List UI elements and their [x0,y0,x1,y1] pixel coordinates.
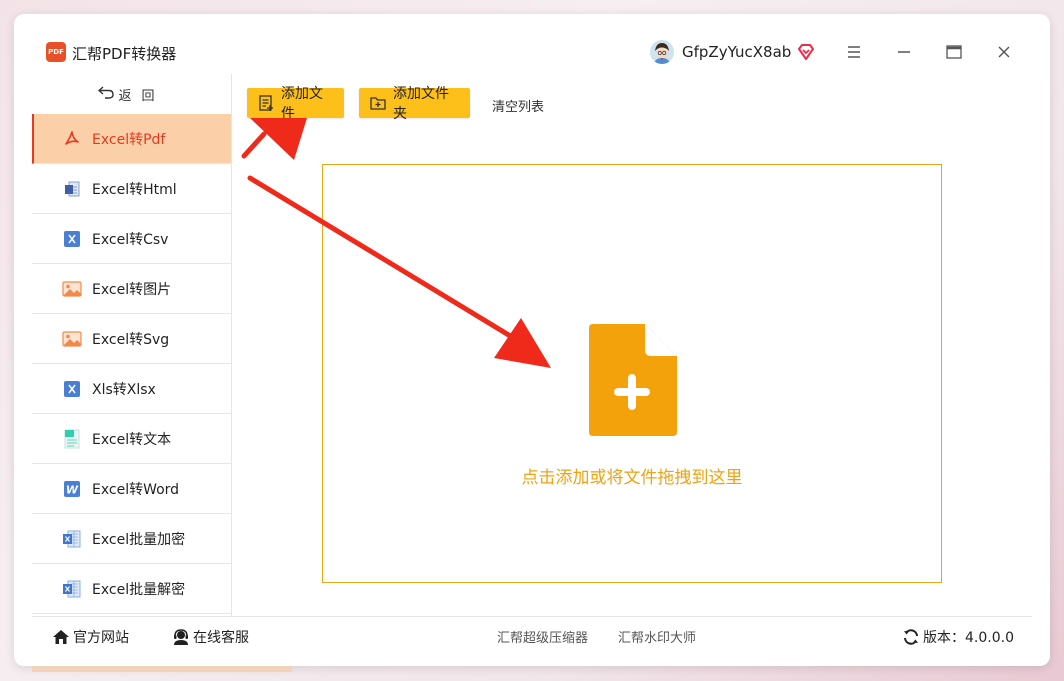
add-folder-label: 添加文件夹 [393,86,449,122]
clear-list-button[interactable]: 清空列表 [492,96,544,115]
sidebar-item-excel-to-pdf[interactable]: Excel转Pdf [32,114,231,164]
online-service-label: 在线客服 [193,630,249,646]
customer-service-icon [172,628,190,646]
add-folder-icon [369,94,387,112]
image-icon [62,279,82,299]
sidebar-item-label: Excel批量解密 [92,581,186,598]
sidebar: 返回 Excel转Pdf Excel转Html Excel转Csv Excel转… [32,74,232,616]
sidebar-item-xls-to-xlsx[interactable]: Xls转Xlsx [32,364,231,414]
username[interactable]: GfpZyYucX8ab [682,43,791,61]
official-site-link[interactable]: 官方网站 [52,627,129,647]
sidebar-item-excel-to-svg[interactable]: Excel转Svg [32,314,231,364]
sidebar-item-excel-to-image[interactable]: Excel转图片 [32,264,231,314]
minimize-icon[interactable] [890,38,918,66]
sidebar-item-label: Excel批量加密 [92,531,186,548]
app-logo-icon: PDF [46,42,66,62]
file-drop-zone[interactable]: 点击添加或将文件拖拽到这里 [322,164,942,583]
add-file-label: 添加文件 [281,86,323,122]
html-icon [62,179,82,199]
back-arrow-icon [98,85,115,103]
sidebar-item-label: Excel转Word [92,481,180,498]
sidebar-item-label: Excel转文本 [92,431,172,448]
add-file-icon [257,94,275,112]
excel-file-icon [62,529,82,549]
sidebar-item-label: Excel转Csv [92,231,169,248]
sidebar-item-label: Excel转Pdf [92,131,166,148]
bottom-decoration [32,666,292,672]
app-title: 汇帮PDF转换器 [72,45,177,63]
image-icon [62,329,82,349]
version-label: 版本：4.0.0.0 [923,630,1014,646]
pdf-icon [62,129,82,149]
title-bar: PDF 汇帮PDF转换器 GfpZyYucX8ab [14,14,1050,74]
excel-x-icon [62,379,82,399]
online-service-link[interactable]: 在线客服 [172,627,249,647]
svg-text:W: W [66,483,79,496]
sidebar-item-label: Excel转Svg [92,331,170,348]
sidebar-item-excel-to-text[interactable]: Excel转文本 [32,414,231,464]
vip-diamond-icon[interactable] [796,42,816,62]
maximize-icon[interactable] [940,38,968,66]
official-site-label: 官方网站 [73,630,129,646]
add-file-button[interactable]: 添加文件 [247,86,344,122]
text-icon [62,429,82,449]
excel-file-icon [62,579,82,599]
close-icon[interactable] [990,38,1018,66]
version-info[interactable]: 版本：4.0.0.0 [902,627,1014,647]
sidebar-item-excel-batch-decrypt[interactable]: Excel批量解密 [32,564,231,614]
add-folder-button[interactable]: 添加文件夹 [359,86,470,122]
footer-bar: 官方网站 在线客服 汇帮超级压缩器 汇帮水印大师 版本：4.0.0.0 [32,616,1032,652]
compressor-link[interactable]: 汇帮超级压缩器 [497,627,588,646]
sidebar-item-excel-batch-encrypt[interactable]: Excel批量加密 [32,514,231,564]
sidebar-item-excel-to-html[interactable]: Excel转Html [32,164,231,214]
sidebar-item-excel-to-word[interactable]: W Excel转Word [32,464,231,514]
user-avatar[interactable] [650,40,674,64]
back-button[interactable]: 返回 [32,74,231,114]
word-icon: W [62,479,82,499]
menu-icon[interactable] [840,38,868,66]
home-icon [52,628,70,646]
excel-x-icon [62,229,82,249]
refresh-icon [902,628,920,646]
app-window: PDF 汇帮PDF转换器 GfpZyYucX8ab 返回 Excel转Pdf E… [14,14,1050,666]
sidebar-item-label: Excel转图片 [92,281,172,298]
add-document-icon [587,322,679,438]
drop-zone-hint: 点击添加或将文件拖拽到这里 [521,468,743,488]
sidebar-item-excel-to-csv[interactable]: Excel转Csv [32,214,231,264]
sidebar-item-label: Xls转Xlsx [92,381,156,398]
watermark-link[interactable]: 汇帮水印大师 [618,627,696,646]
sidebar-item-label: Excel转Html [92,181,177,198]
back-label: 返回 [118,88,165,104]
